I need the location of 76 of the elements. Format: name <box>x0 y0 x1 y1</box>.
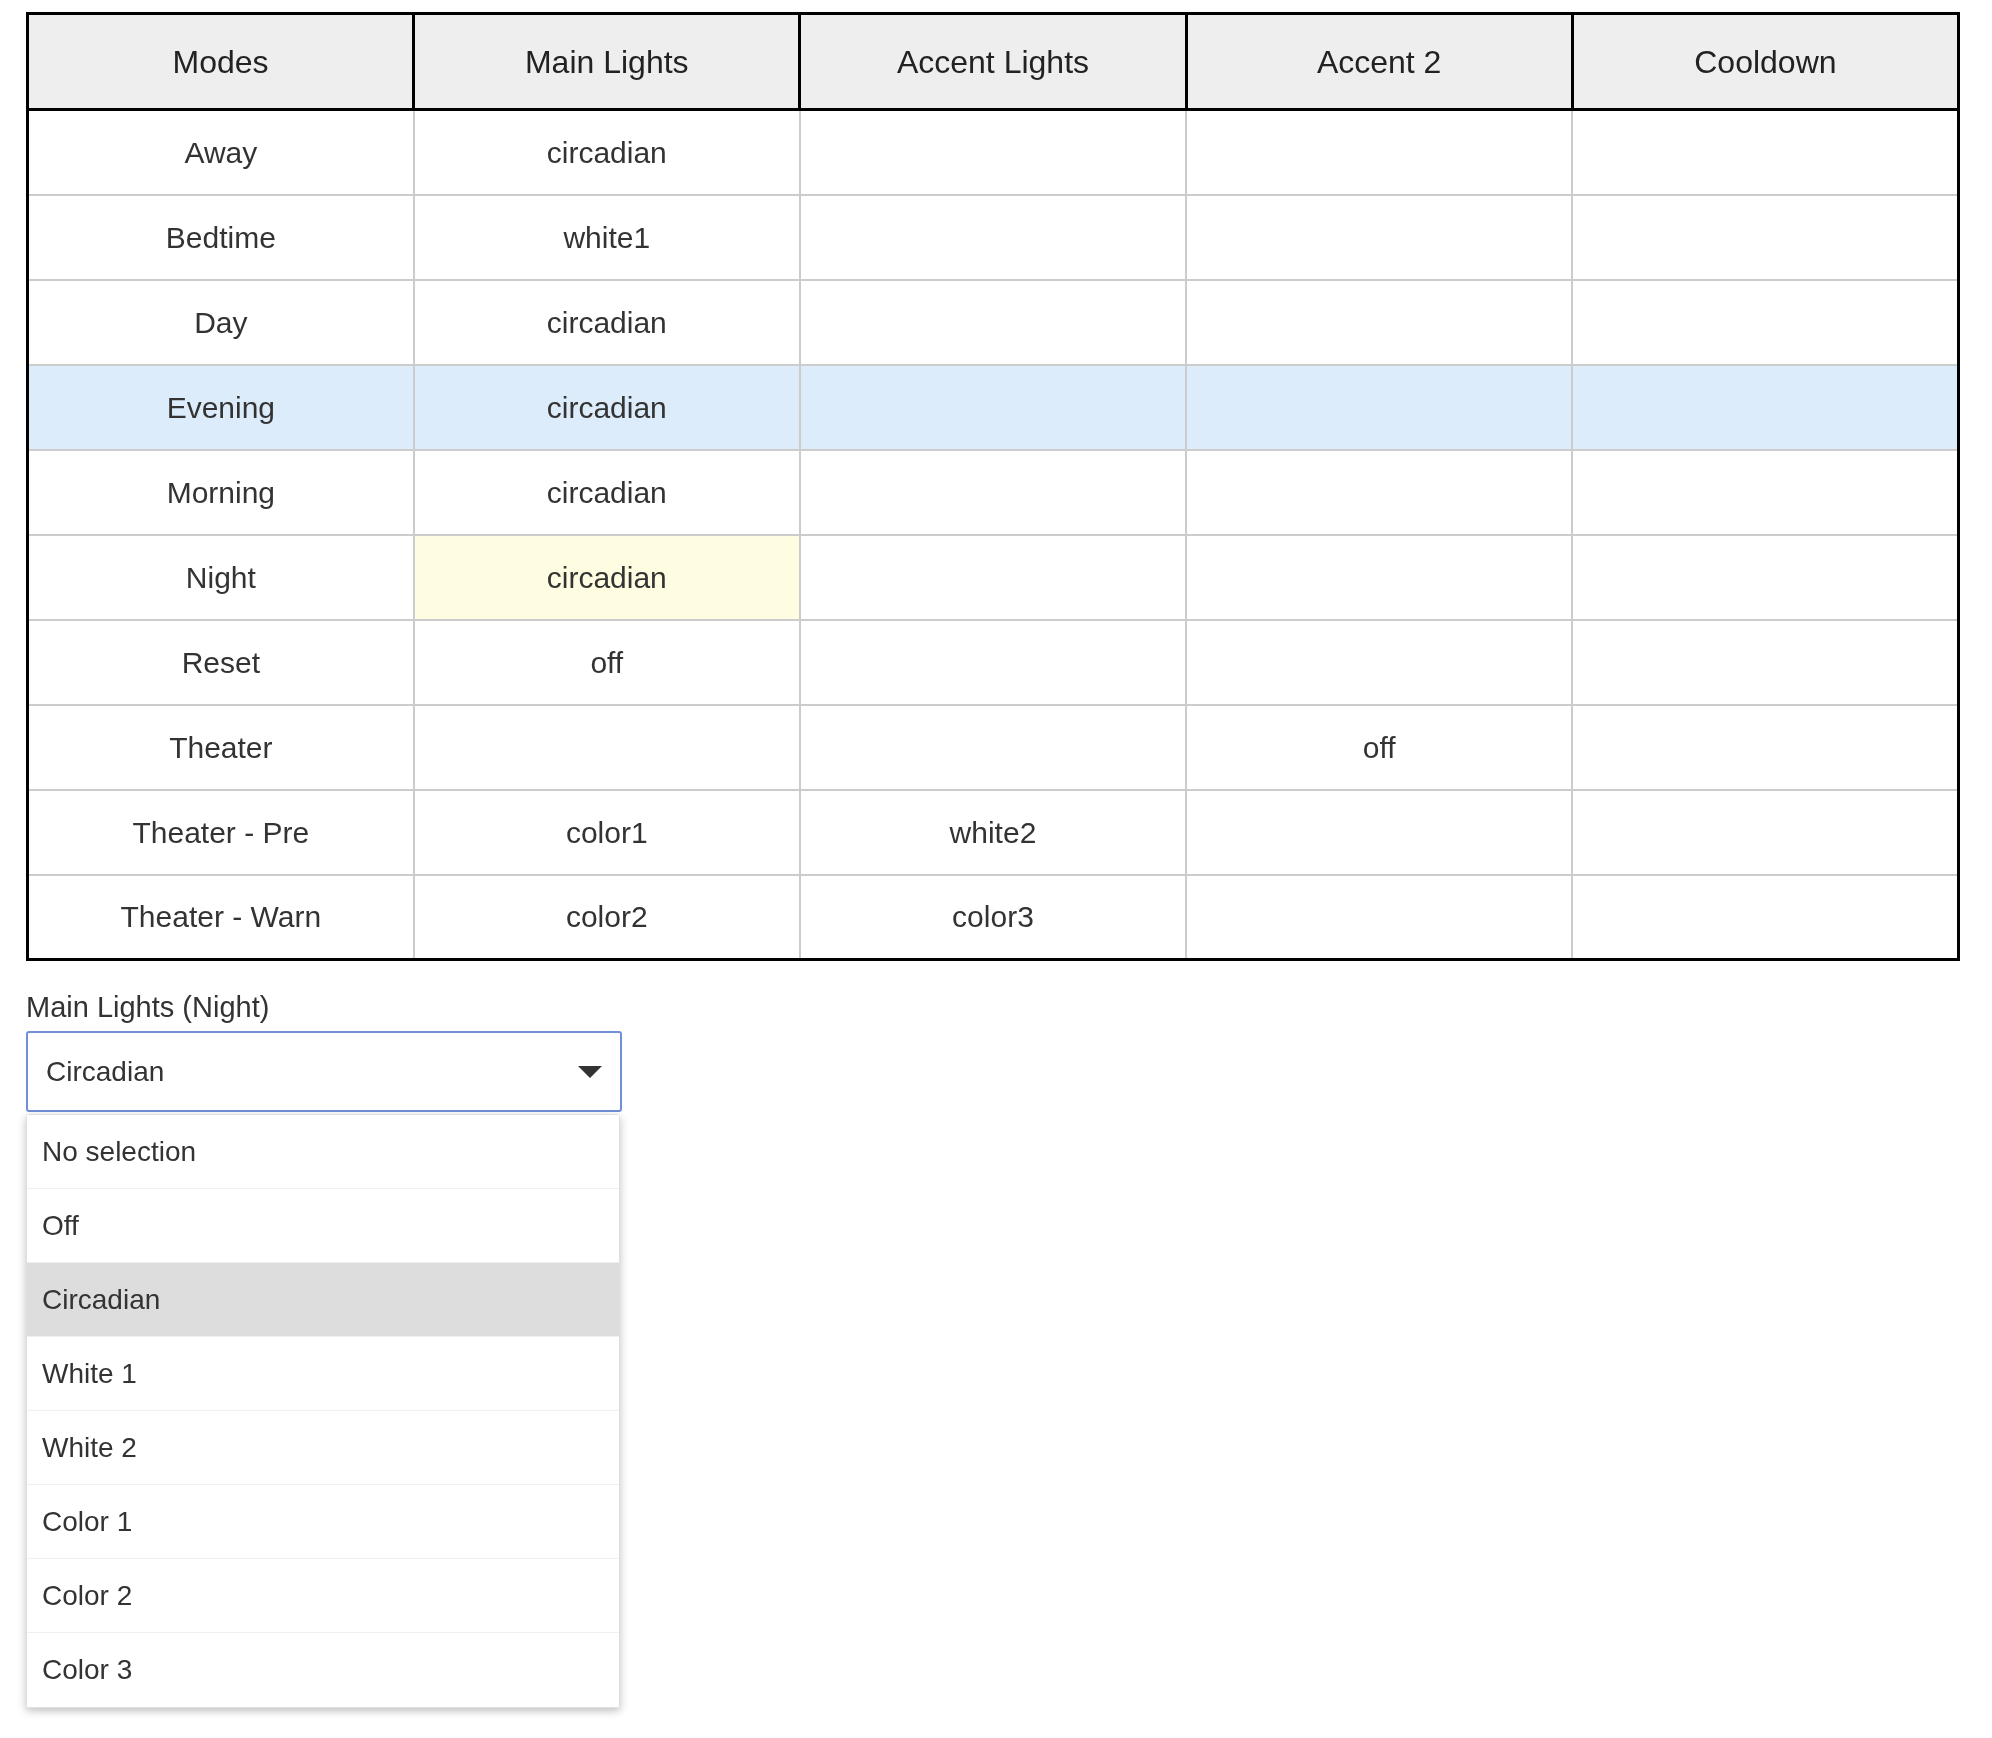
table-cell: Night <box>27 534 414 620</box>
table-cell[interactable] <box>1186 619 1573 705</box>
table-cell[interactable] <box>1186 789 1573 875</box>
table-cell[interactable] <box>1186 194 1573 280</box>
table-cell[interactable]: off <box>413 619 800 705</box>
table-cell: Morning <box>27 449 414 535</box>
dropdown-option[interactable]: White 2 <box>27 1411 619 1485</box>
dropdown-option[interactable]: No selection <box>27 1115 619 1189</box>
table-cell[interactable] <box>1186 279 1573 365</box>
table-row[interactable]: Theater - Pre color1 white2 <box>27 789 1959 875</box>
table-row[interactable]: Night circadian <box>27 534 1959 620</box>
table-cell[interactable] <box>1572 449 1959 535</box>
table-cell[interactable]: white1 <box>413 194 800 280</box>
dropdown-option[interactable]: Color 1 <box>27 1485 619 1559</box>
table-cell[interactable]: circadian <box>413 534 800 620</box>
table-cell: Away <box>27 109 414 195</box>
table-cell: Evening <box>27 364 414 450</box>
table-cell[interactable] <box>1186 449 1573 535</box>
table-cell: Reset <box>27 619 414 705</box>
table-cell: Day <box>27 279 414 365</box>
table-cell[interactable] <box>1572 279 1959 365</box>
caret-down-icon <box>578 1065 602 1078</box>
table-cell[interactable] <box>1572 534 1959 620</box>
table-cell[interactable] <box>799 619 1187 705</box>
dropdown-option[interactable]: Color 3 <box>27 1633 619 1707</box>
table-cell[interactable] <box>1572 704 1959 790</box>
table-row[interactable]: Theater off <box>27 704 1959 790</box>
table-row[interactable]: Evening circadian <box>27 364 1959 450</box>
dropdown-option[interactable]: Circadian <box>27 1263 619 1337</box>
table-cell[interactable]: circadian <box>413 449 800 535</box>
table-row[interactable]: Bedtime white1 <box>27 194 1959 280</box>
table-cell[interactable]: off <box>1186 704 1573 790</box>
table-cell[interactable]: circadian <box>413 279 800 365</box>
select-field[interactable]: Circadian <box>26 1031 622 1112</box>
table-cell[interactable] <box>1572 194 1959 280</box>
table-row[interactable]: Day circadian <box>27 279 1959 365</box>
table-cell[interactable] <box>799 534 1187 620</box>
table-cell[interactable] <box>1572 789 1959 875</box>
select-label: Main Lights (Night) <box>26 990 271 1025</box>
dropdown-option[interactable]: Off <box>27 1189 619 1263</box>
table-cell[interactable] <box>1572 109 1959 195</box>
table-cell[interactable] <box>799 194 1187 280</box>
table-cell[interactable]: color2 <box>413 874 800 960</box>
table-row[interactable]: Morning circadian <box>27 449 1959 535</box>
dropdown-option[interactable]: Color 2 <box>27 1559 619 1633</box>
table-cell[interactable] <box>1186 109 1573 195</box>
table-cell[interactable] <box>799 449 1187 535</box>
table-cell[interactable] <box>413 704 800 790</box>
column-header: Cooldown <box>1572 13 1959 110</box>
dropdown-option[interactable]: White 1 <box>27 1337 619 1411</box>
table-cell[interactable] <box>1186 874 1573 960</box>
table-row[interactable]: Away circadian <box>27 109 1959 195</box>
table-cell[interactable] <box>1186 534 1573 620</box>
table-cell: Bedtime <box>27 194 414 280</box>
table-row[interactable]: Theater - Warn color2 color3 <box>27 874 1959 960</box>
column-header: Modes <box>27 13 414 110</box>
table-cell[interactable] <box>799 279 1187 365</box>
table-cell[interactable] <box>1186 364 1573 450</box>
table-cell[interactable]: white2 <box>799 789 1187 875</box>
table-cell[interactable]: color3 <box>799 874 1187 960</box>
column-header: Accent 2 <box>1186 13 1573 110</box>
table-cell[interactable] <box>1572 874 1959 960</box>
table-row[interactable]: Reset off <box>27 619 1959 705</box>
table-cell[interactable]: circadian <box>413 109 800 195</box>
column-header: Main Lights <box>413 13 800 110</box>
table-cell[interactable]: color1 <box>413 789 800 875</box>
table-cell[interactable] <box>799 364 1187 450</box>
table-cell: Theater - Warn <box>27 874 414 960</box>
column-header: Accent Lights <box>799 13 1187 110</box>
table-cell[interactable] <box>1572 364 1959 450</box>
table-cell[interactable]: circadian <box>413 364 800 450</box>
table-cell[interactable] <box>799 109 1187 195</box>
table-cell: Theater - Pre <box>27 789 414 875</box>
table-cell[interactable] <box>1572 619 1959 705</box>
table-cell[interactable] <box>799 704 1187 790</box>
table-cell: Theater <box>27 704 414 790</box>
